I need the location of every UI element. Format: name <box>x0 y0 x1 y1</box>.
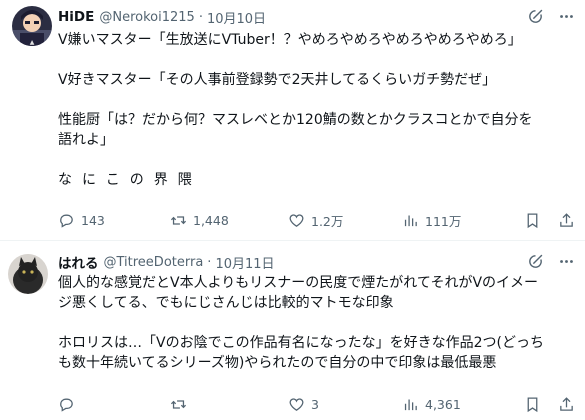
text-line: ホロリスは…「Vのお陰でこの作品有名になったな」を好きな作品2つ(どっち <box>58 335 544 351</box>
like-count: 3 <box>311 396 319 412</box>
action-bar: 3 4,361 <box>58 394 576 414</box>
views-button[interactable]: 111万 <box>402 210 461 230</box>
grok-icon[interactable] <box>527 253 544 270</box>
like-count: 1.2万 <box>311 213 344 229</box>
reply-icon <box>60 214 73 228</box>
avatar[interactable]: ▲ <box>12 6 52 46</box>
repost-count: 1,448 <box>193 212 229 228</box>
repost-icon <box>170 215 187 225</box>
like-icon <box>289 213 304 227</box>
text-line <box>58 313 578 333</box>
post-text: V嫌いマスター「生放送にVTuber！？やめろやめろやめろやめろやめろ」 V好き… <box>58 30 578 190</box>
share-icon <box>560 396 573 411</box>
post-text: 個人的な感覚だとV本人よりもリスナーの民度で煙たがれてそれがVのイメー ジ悪くし… <box>58 273 578 373</box>
text-line: V好きマスター「その人事前登録勢で2天井してるくらいガチ勢だぜ」 <box>58 72 497 88</box>
author-handle[interactable]: @TitreeDoterra <box>104 255 204 270</box>
text-line: 個人的な感覚だとV本人よりもリスナーの民度で煙たがれてそれがVのイメー <box>58 275 539 291</box>
text-line: V嫌いマスター「生放送にVTuber！？やめろやめろやめろやめろやめろ」 <box>58 32 522 48</box>
action-bar: 143 1,448 1.2万 111万 <box>58 210 576 230</box>
grok-icon[interactable] <box>527 8 544 25</box>
author-handle[interactable]: @Nerokoi1215 <box>99 10 194 25</box>
post-date[interactable]: 10月10日 <box>207 8 266 27</box>
avatar[interactable] <box>8 254 48 294</box>
share-button[interactable] <box>558 210 581 230</box>
post-header: はれる @TitreeDoterra · 10月11日 <box>58 252 275 273</box>
separator: · <box>207 254 212 270</box>
bookmark-icon <box>527 396 538 412</box>
like-icon <box>289 397 304 411</box>
text-line: なにこの界隈 <box>58 172 202 188</box>
reply-button[interactable]: 143 <box>58 210 105 230</box>
separator: · <box>198 9 203 25</box>
reply-button[interactable] <box>58 394 81 414</box>
post-hareru[interactable]: はれる @TitreeDoterra · 10月11日 個人的な感覚だとV本人よ… <box>0 240 585 420</box>
post-hide[interactable]: ▲ HiDE @Nerokoi1215 · 10月10日 V嫌いマスター「生放送… <box>0 0 585 240</box>
post-date[interactable]: 10月11日 <box>215 253 274 272</box>
reply-icon <box>60 398 73 412</box>
share-icon <box>560 212 573 227</box>
author-name[interactable]: HiDE <box>58 9 94 25</box>
repost-button[interactable]: 1,448 <box>170 210 229 230</box>
bookmark-icon <box>527 212 538 228</box>
views-button[interactable]: 4,361 <box>402 394 461 414</box>
views-count: 4,361 <box>425 396 461 412</box>
text-line: 語れよ」 <box>58 132 114 148</box>
text-line <box>58 150 578 170</box>
text-line <box>58 50 578 70</box>
author-name[interactable]: はれる <box>58 252 99 272</box>
views-count: 111万 <box>425 213 462 229</box>
share-button[interactable] <box>558 394 581 414</box>
repost-button[interactable] <box>170 394 193 414</box>
svg-text:▲: ▲ <box>30 39 35 46</box>
views-icon <box>404 399 417 410</box>
text-line <box>58 90 578 110</box>
like-button[interactable]: 3 <box>288 394 319 414</box>
views-icon <box>404 215 417 226</box>
reply-count: 143 <box>81 212 105 228</box>
header-icons <box>527 8 575 25</box>
more-icon[interactable] <box>558 8 575 25</box>
more-icon[interactable] <box>558 253 575 270</box>
bookmark-button[interactable] <box>524 210 547 230</box>
text-line: 性能厨「は？だから何？マスレベとか120鯖の数とかクラスコとかで自分を <box>58 112 533 128</box>
like-button[interactable]: 1.2万 <box>288 210 343 230</box>
text-line: ジ悪くしてる、でもにじさんじは比較的マトモな印象 <box>58 295 394 311</box>
repost-icon <box>170 399 187 409</box>
header-icons <box>527 253 575 270</box>
post-header: HiDE @Nerokoi1215 · 10月10日 <box>58 7 266 27</box>
text-line: も数十年続いてるシリーズ物)やられたので自分の中で印象は最低最悪 <box>58 355 497 371</box>
bookmark-button[interactable] <box>524 394 547 414</box>
